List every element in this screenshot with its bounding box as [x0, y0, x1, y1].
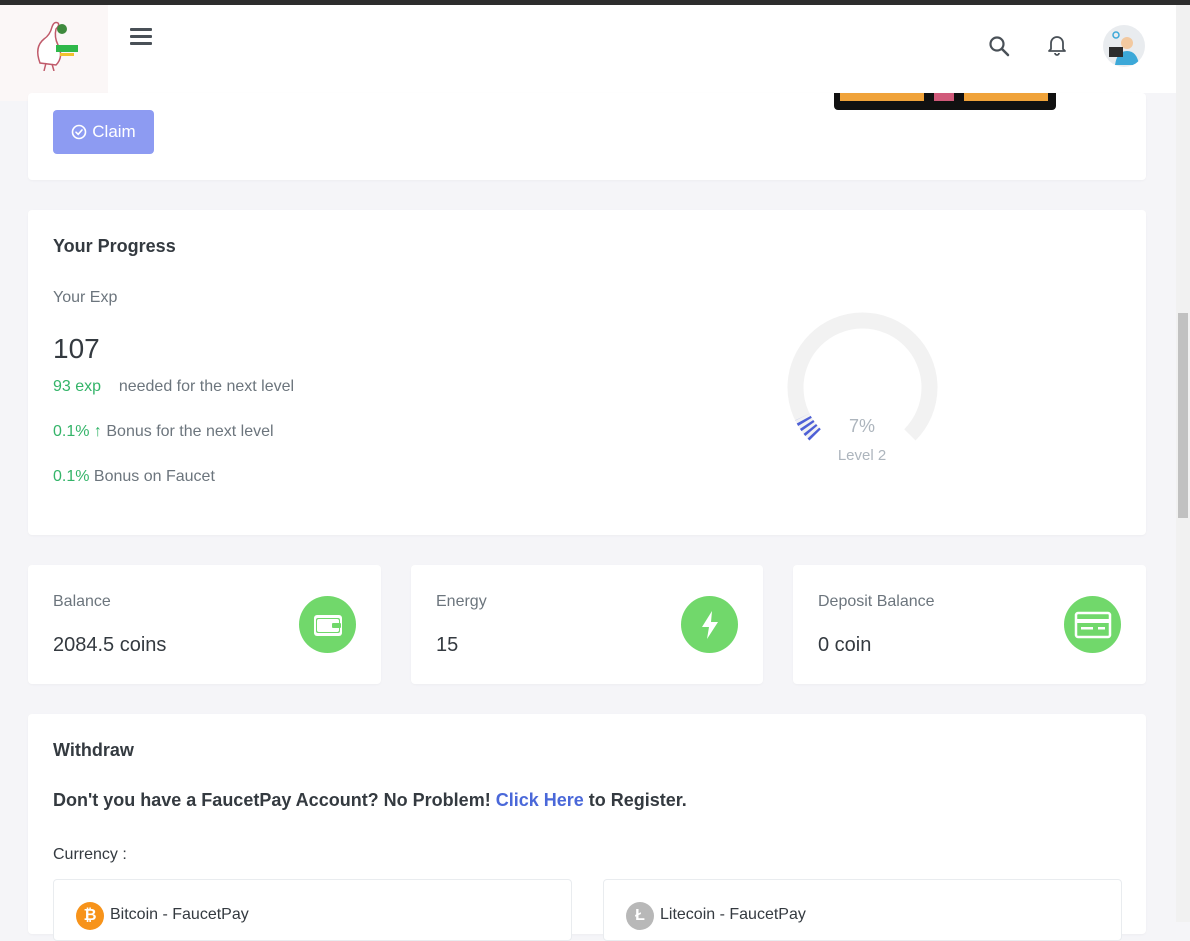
- user-avatar-icon: [1109, 31, 1139, 65]
- energy-value: 15: [436, 634, 459, 656]
- currency-option-label: Bitcoin - FaucetPay: [110, 906, 249, 923]
- card-icon: [1064, 596, 1121, 653]
- bonus-faucet-row: 0.1% Bonus on Faucet: [53, 468, 215, 486]
- gauge-percent: 7%: [848, 416, 875, 436]
- currency-option-label: Litecoin - FaucetPay: [660, 906, 806, 923]
- register-link[interactable]: Click Here: [496, 790, 584, 810]
- lightning-icon: [681, 596, 738, 653]
- bonus-next-row: 0.1% ↑ Bonus for the next level: [53, 423, 274, 441]
- withdraw-title: Withdraw: [53, 740, 134, 760]
- search-icon[interactable]: [987, 34, 1011, 58]
- bonus-faucet-text: Bonus on Faucet: [93, 468, 215, 485]
- bonus-faucet-value: 0.1%: [53, 468, 90, 485]
- faucetpay-suffix: to Register.: [588, 790, 687, 810]
- currency-option-bitcoin[interactable]: ₿ Bitcoin - FaucetPay: [53, 879, 572, 941]
- deposit-balance-value: 0 coin: [818, 634, 872, 656]
- top-header: [108, 5, 1176, 93]
- deposit-balance-card: Deposit Balance 0 coin: [793, 565, 1146, 684]
- stork-logo: [37, 21, 78, 71]
- check-circle-icon: [71, 124, 87, 140]
- currency-option-litecoin[interactable]: Ł Litecoin - FaucetPay: [603, 879, 1122, 941]
- level-gauge: [787, 312, 938, 441]
- logo-area[interactable]: [0, 5, 108, 101]
- balance-card: Balance 2084.5 coins: [28, 565, 381, 684]
- deposit-balance-label: Deposit Balance: [818, 593, 935, 610]
- game-banner-image: [834, 93, 1056, 110]
- claim-button[interactable]: Claim: [53, 110, 154, 154]
- litecoin-icon: Ł: [626, 902, 654, 930]
- bonus-next-value: 0.1%: [53, 423, 90, 440]
- energy-label: Energy: [436, 593, 487, 610]
- menu-icon[interactable]: [130, 28, 152, 50]
- currency-label: Currency :: [53, 846, 127, 863]
- exp-needed-text: needed for the next level: [118, 378, 295, 395]
- arrow-up-icon: ↑: [93, 423, 102, 440]
- wallet-icon: [299, 596, 356, 653]
- exp-value: 107: [53, 333, 100, 364]
- faucetpay-register-line: Don't you have a FaucetPay Account? No P…: [53, 790, 687, 811]
- gauge-level: Level 2: [837, 447, 887, 464]
- energy-card: Energy 15: [411, 565, 763, 684]
- progress-title: Your Progress: [53, 236, 176, 256]
- balance-label: Balance: [53, 593, 111, 610]
- avatar[interactable]: [1103, 25, 1145, 67]
- claim-button-label: Claim: [92, 122, 136, 141]
- bitcoin-icon: ₿: [76, 902, 104, 930]
- bonus-next-text: Bonus for the next level: [106, 423, 274, 440]
- balance-value: 2084.5 coins: [53, 634, 167, 656]
- exp-needed-amount: 93 exp: [53, 378, 102, 395]
- progress-card: [28, 210, 1146, 535]
- scrollbar-thumb[interactable]: [1178, 313, 1188, 518]
- exp-label: Your Exp: [53, 289, 118, 306]
- exp-needed-row: 93 exp needed for the next level: [53, 378, 294, 396]
- faucetpay-prefix: Don't you have a FaucetPay Account? No P…: [53, 790, 491, 810]
- bell-icon[interactable]: [1045, 32, 1069, 56]
